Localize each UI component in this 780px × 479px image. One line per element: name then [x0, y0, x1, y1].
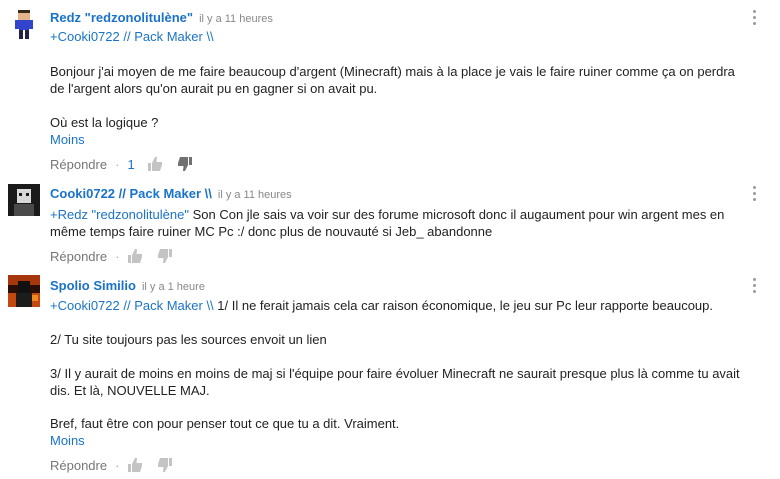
comment-line: 3/ Il y aurait de moins en moins de maj … [50, 366, 740, 381]
author-name[interactable]: Cooki0722 // Pack Maker \\ [50, 186, 212, 201]
avatar[interactable] [8, 275, 40, 307]
comment-menu-button[interactable] [752, 10, 758, 28]
mention-link[interactable]: +Cooki0722 // Pack Maker \\ [50, 29, 214, 44]
separator: · [115, 457, 120, 473]
comment-author[interactable]: Spolio Similio il y a 1 heure [50, 278, 205, 293]
comment-timestamp[interactable]: il y a 11 heures [199, 13, 273, 25]
comment-line: Bonjour j'ai moyen de me faire beaucoup … [50, 64, 735, 79]
comment-timestamp[interactable]: il y a 11 heures [218, 189, 292, 201]
author-name[interactable]: Redz "redzonolitulène" [50, 10, 193, 25]
avatar[interactable] [8, 184, 40, 216]
separator: · [115, 248, 120, 264]
comment-body: +Cooki0722 // Pack Maker \\ [50, 28, 750, 45]
comment-body: +Redz "redzonolitulène" Son Con jle sais… [50, 206, 750, 223]
reply-button[interactable]: Répondre [50, 458, 107, 473]
show-less-link[interactable]: Moins [50, 132, 85, 147]
mention-link[interactable]: +Redz "redzonolitulène" [50, 207, 189, 222]
comment-line: Où est la logique ? [50, 115, 159, 130]
separator: · [115, 156, 120, 172]
comment-author[interactable]: Cooki0722 // Pack Maker \\ il y a 11 heur… [50, 186, 292, 201]
comment-line: même temps faire ruiner MC Pc :/ donc pl… [50, 224, 493, 239]
show-less-link[interactable]: Moins [50, 433, 85, 448]
author-name[interactable]: Spolio Similio [50, 278, 136, 293]
avatar[interactable] [8, 8, 40, 40]
comment-actions: Répondre · [50, 457, 187, 473]
avatar-image [8, 275, 40, 307]
thumbs-down-icon[interactable] [157, 248, 173, 264]
like-count: 1 [127, 156, 135, 172]
comment-line: Bref, faut être con pour penser tout ce … [50, 416, 400, 431]
avatar-image [8, 8, 40, 40]
thumbs-up-icon[interactable] [127, 248, 143, 264]
comment-line: 2/ Tu site toujours pas les sources envo… [50, 332, 327, 347]
avatar-image [8, 184, 40, 216]
comment-timestamp[interactable]: il y a 1 heure [142, 281, 205, 293]
thumbs-down-icon[interactable] [177, 156, 193, 172]
comment-actions: Répondre · 1 [50, 156, 207, 172]
reply-button[interactable]: Répondre [50, 157, 107, 172]
comment-line: Son Con jle sais va voir sur des forume … [188, 207, 725, 222]
thumbs-up-icon[interactable] [127, 457, 143, 473]
thumbs-up-icon[interactable] [147, 156, 163, 172]
comment-line: 1/ Il ne ferait jamais cela car raison é… [213, 298, 713, 313]
comment-line: de l'argent alors qu'on aurait pu en gag… [50, 81, 378, 96]
comment-line: dis. Et là, NOUVELLE MAJ. [50, 383, 210, 398]
mention-link[interactable]: +Cooki0722 // Pack Maker \\ [50, 298, 214, 313]
reply-button[interactable]: Répondre [50, 249, 107, 264]
comment-menu-button[interactable] [752, 186, 758, 204]
comment-actions: Répondre · [50, 248, 187, 264]
comment-body: +Cooki0722 // Pack Maker \\ 1/ Il ne fer… [50, 297, 750, 314]
thumbs-down-icon[interactable] [157, 457, 173, 473]
comment-menu-button[interactable] [752, 278, 758, 296]
comment-author[interactable]: Redz "redzonolitulène" il y a 11 heures [50, 10, 273, 25]
